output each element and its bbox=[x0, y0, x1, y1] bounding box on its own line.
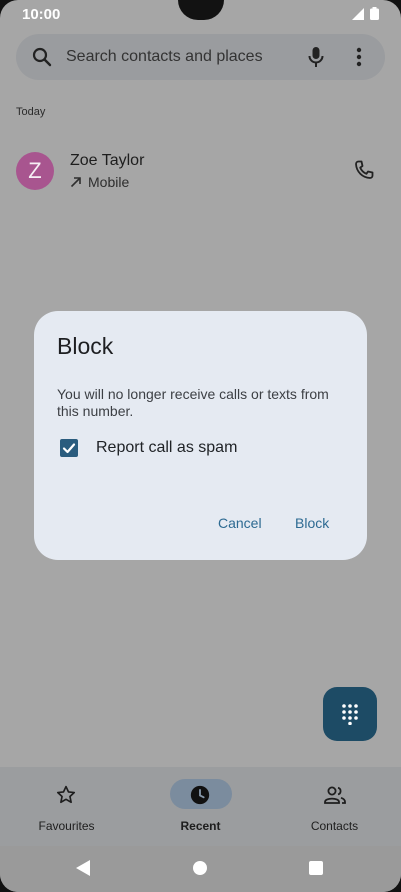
nav-item-favourites[interactable]: Favourites bbox=[0, 767, 133, 846]
block-button[interactable]: Block bbox=[295, 515, 329, 531]
checkbox-label[interactable]: Report call as spam bbox=[96, 439, 237, 457]
dialog-message: You will no longer receive calls or text… bbox=[57, 386, 329, 419]
dialpad-icon bbox=[342, 704, 358, 725]
phone-call-icon[interactable] bbox=[352, 158, 376, 182]
contact-name: Zoe Taylor bbox=[70, 152, 145, 169]
mic-icon[interactable] bbox=[308, 46, 324, 68]
back-icon[interactable] bbox=[76, 860, 90, 876]
section-label-today: Today bbox=[16, 106, 46, 118]
people-icon bbox=[324, 786, 346, 804]
call-log-item[interactable]: Z Zoe Taylor Mobile bbox=[0, 140, 401, 208]
nav-label: Contacts bbox=[310, 819, 359, 833]
avatar[interactable]: Z bbox=[16, 152, 54, 190]
nav-item-recent[interactable]: Recent bbox=[134, 767, 267, 846]
report-spam-checkbox[interactable] bbox=[60, 439, 78, 457]
star-icon bbox=[56, 785, 76, 804]
phone-screen: 10:00 Search contacts and places Today Z… bbox=[0, 0, 401, 892]
dialpad-fab[interactable] bbox=[323, 687, 377, 741]
battery-icon bbox=[370, 7, 379, 20]
search-placeholder: Search contacts and places bbox=[66, 48, 263, 65]
cancel-button[interactable]: Cancel bbox=[218, 515, 262, 531]
system-navigation-bar bbox=[0, 846, 401, 892]
outgoing-arrow-icon bbox=[70, 177, 81, 188]
status-bar: 10:00 bbox=[0, 0, 401, 30]
nav-label: Favourites bbox=[38, 819, 95, 833]
block-dialog: Block You will no longer receive calls o… bbox=[34, 311, 367, 560]
clock-icon bbox=[190, 785, 210, 805]
dialog-title: Block bbox=[57, 333, 114, 359]
search-icon bbox=[32, 47, 52, 67]
status-time: 10:00 bbox=[22, 6, 61, 23]
recent-apps-icon[interactable] bbox=[309, 861, 323, 875]
call-type: Mobile bbox=[88, 174, 130, 190]
signal-icon bbox=[352, 7, 364, 20]
home-icon[interactable] bbox=[193, 861, 207, 875]
nav-label: Recent bbox=[180, 819, 221, 833]
nav-item-contacts[interactable]: Contacts bbox=[268, 767, 401, 846]
more-options-icon[interactable] bbox=[356, 46, 362, 68]
checkmark-icon bbox=[62, 443, 76, 454]
bottom-navigation: Favourites Recent Contacts bbox=[0, 767, 401, 846]
search-bar[interactable]: Search contacts and places bbox=[16, 34, 385, 80]
